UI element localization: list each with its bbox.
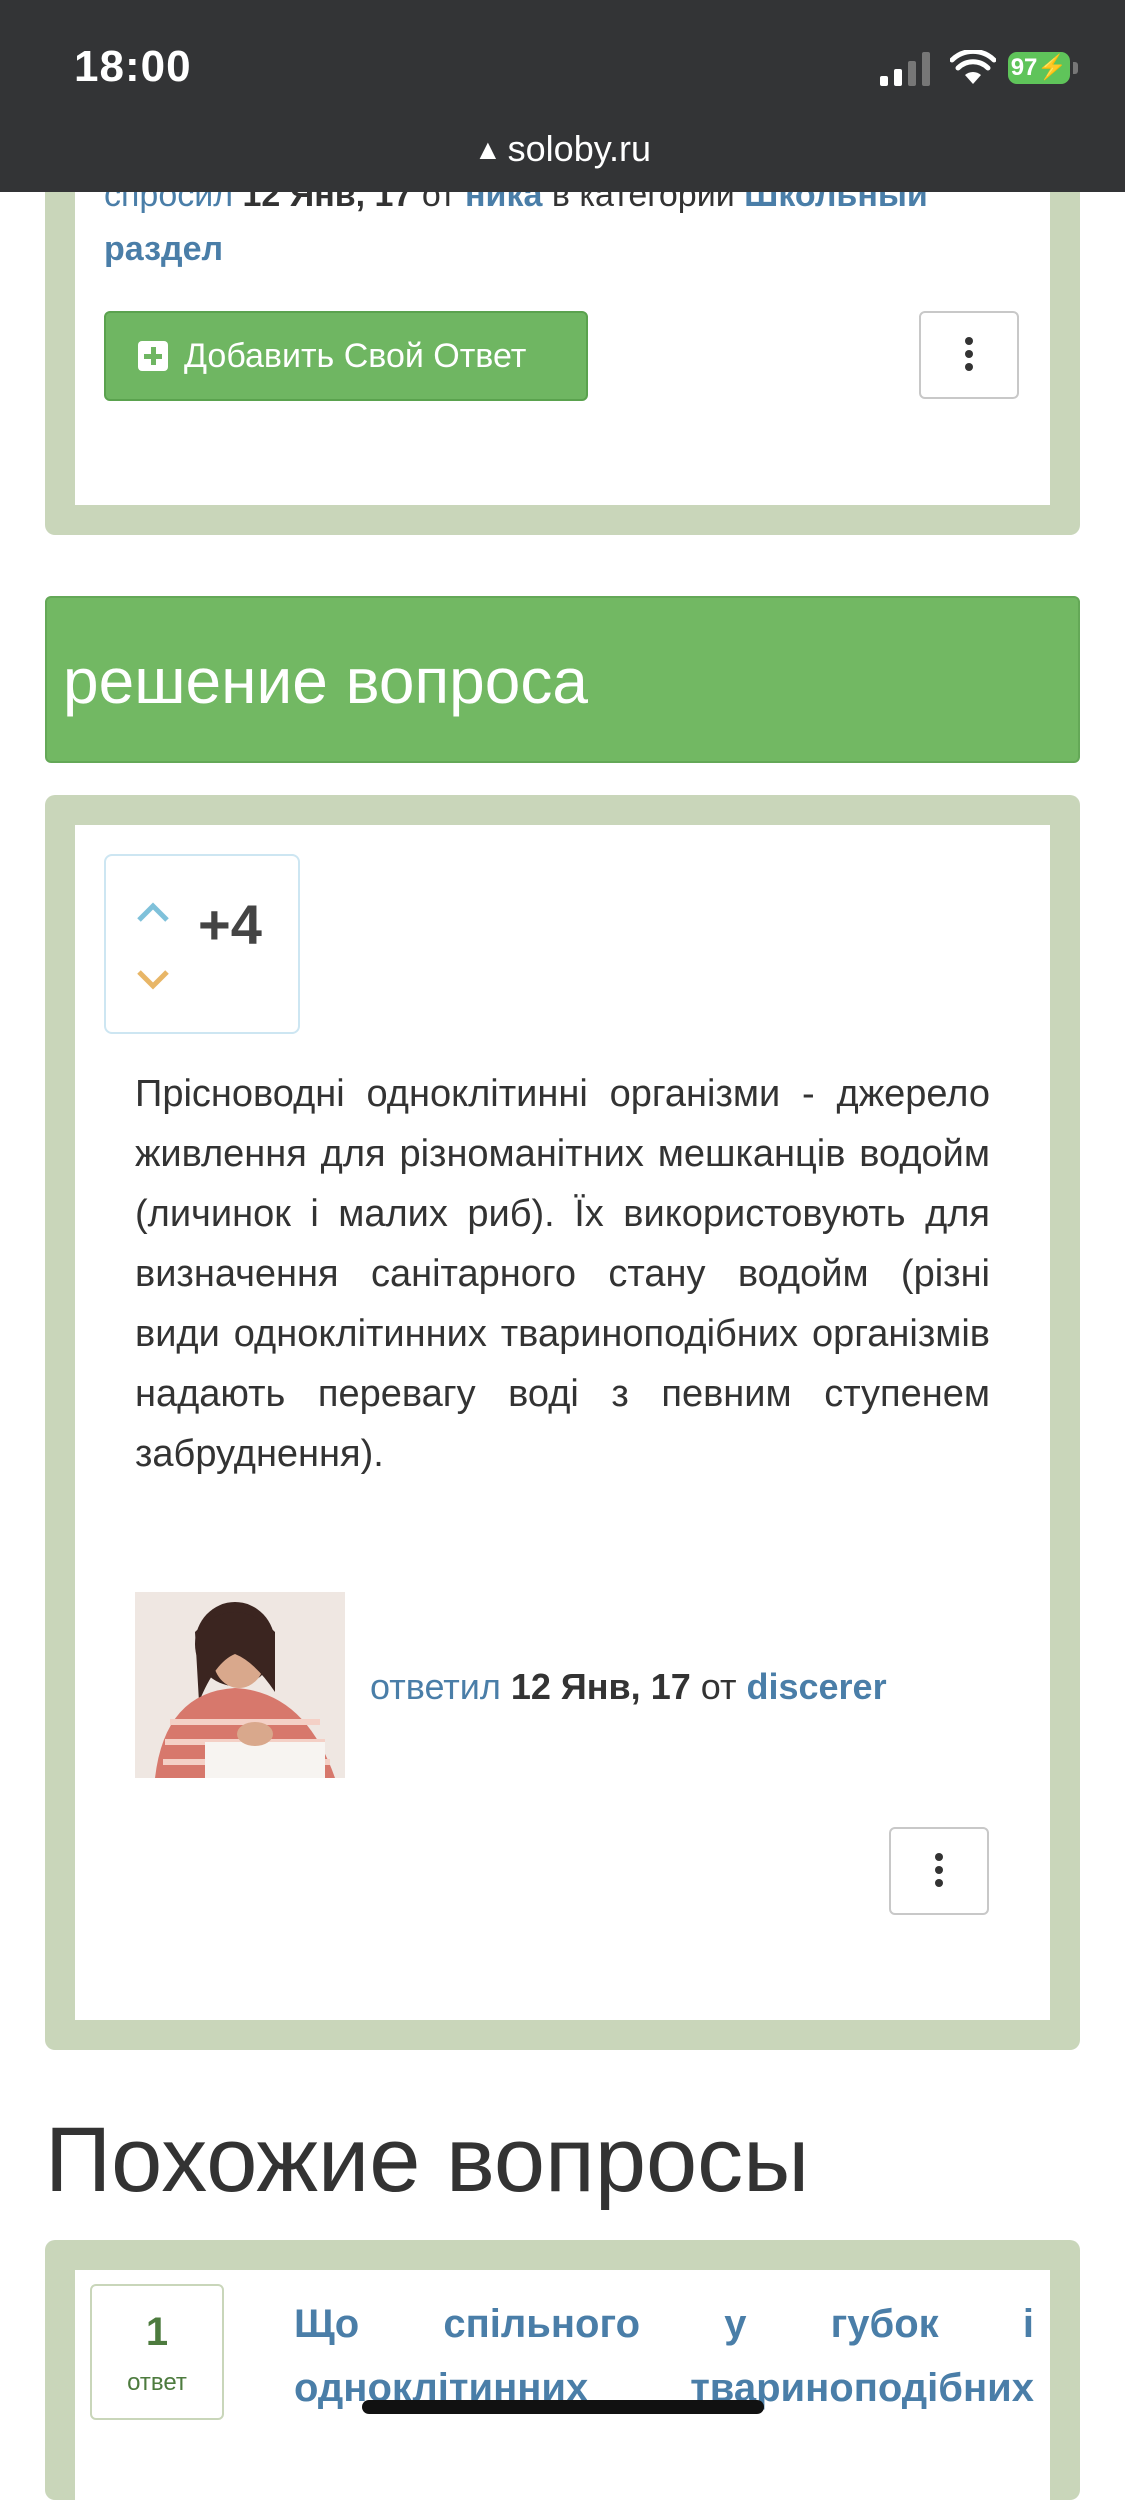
answer-by-label: от <box>700 1666 737 1707</box>
home-indicator[interactable] <box>362 2400 764 2414</box>
vote-score: +4 <box>198 893 262 956</box>
downvote-icon[interactable] <box>136 968 170 992</box>
avatar <box>135 1592 345 1778</box>
answer-user-link[interactable]: discerer <box>746 1666 886 1707</box>
similar-questions-heading: Похожие вопросы <box>45 2109 810 2211</box>
battery-icon: 97⚡ <box>1008 52 1070 84</box>
upvote-icon[interactable] <box>136 900 170 924</box>
answer-more-button[interactable] <box>889 1827 989 1915</box>
add-answer-label: Добавить Свой Ответ <box>184 336 527 375</box>
answer-count-badge: 1 ответ <box>90 2284 224 2420</box>
answer-count: 1 <box>145 2310 169 2354</box>
kebab-menu-icon <box>965 337 973 376</box>
add-answer-button[interactable]: Добавить Свой Ответ <box>104 311 588 401</box>
warning-icon: ▲ <box>473 134 502 165</box>
address-bar[interactable]: ▲ soloby.ru <box>0 128 1125 170</box>
solution-banner: решение вопроса <box>45 596 1080 763</box>
browser-top-bar: 18:00 97⚡ ▲ soloby.ru <box>0 0 1125 192</box>
question-more-button[interactable] <box>919 311 1019 399</box>
wifi-icon <box>950 50 996 84</box>
battery-level: 97 <box>1010 54 1038 81</box>
answer-count-label: ответ <box>127 2369 187 2396</box>
answer-text: Прісноводні одноклітинні організми - дже… <box>135 1073 990 1475</box>
answer-date: 12 Янв, 17 <box>510 1666 691 1707</box>
vote-widget: +4 <box>104 854 300 1034</box>
kebab-menu-icon <box>935 1853 943 1892</box>
url-text: soloby.ru <box>507 128 652 169</box>
answer-meta: ответил 12 Янв, 17 от discerer <box>370 1666 887 1708</box>
cellular-signal-icon <box>880 52 930 86</box>
answered-label: ответил <box>370 1666 501 1707</box>
plus-square-icon <box>138 341 168 371</box>
status-time: 18:00 <box>74 42 192 91</box>
battery-tip <box>1073 62 1078 74</box>
